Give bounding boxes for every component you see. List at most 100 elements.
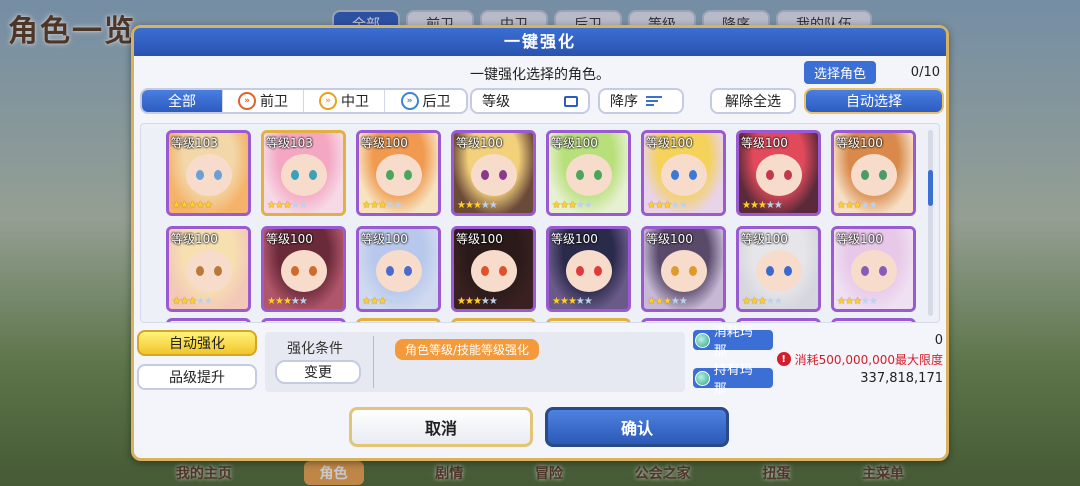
star-icon: ★ — [852, 296, 862, 307]
star-icon: ★ — [647, 296, 656, 307]
star-icon: ★ — [203, 200, 213, 211]
star-icon: ★ — [290, 296, 300, 307]
star-icon: ★ — [765, 200, 775, 211]
character-level: 等级100 — [551, 136, 598, 150]
mana-own-value: 337,818,171 — [860, 370, 943, 386]
mana-consume-row: 消耗玛那 0 — [693, 325, 943, 359]
star-icon: ★ — [670, 200, 680, 211]
character-level: 等级100 — [646, 136, 693, 150]
mana-own-label: 持有玛那 — [713, 363, 753, 397]
enhance-conditions-panel: 强化条件 变更 角色等级/技能等级强化 — [265, 332, 685, 392]
star-icon: ★ — [377, 296, 387, 307]
star-icon: ★ — [742, 296, 751, 307]
character-level: 等级100 — [646, 232, 693, 246]
character-stars: ★★★★★ — [362, 296, 403, 307]
character-stars: ★★★★★ — [457, 200, 498, 211]
star-icon: ★ — [457, 296, 466, 307]
star-icon: ★ — [472, 296, 482, 307]
star-icon: ★ — [267, 200, 276, 211]
star-icon: ★ — [567, 200, 577, 211]
star-icon: ★ — [757, 296, 767, 307]
star-icon: ★ — [662, 296, 672, 307]
character-stars: ★★★★★ — [457, 296, 498, 307]
star-icon: ★ — [742, 200, 751, 211]
star-icon: ★ — [187, 200, 197, 211]
star-icon: ★ — [860, 296, 870, 307]
star-icon: ★ — [362, 200, 371, 211]
star-icon: ★ — [480, 296, 490, 307]
star-icon: ★ — [852, 200, 862, 211]
confirm-button[interactable]: 确认 — [545, 407, 729, 447]
star-icon: ★ — [678, 200, 688, 211]
star-icon: ★ — [472, 200, 482, 211]
star-icon: ★ — [552, 296, 561, 307]
cancel-button[interactable]: 取消 — [349, 407, 533, 447]
character-level: 等级100 — [361, 136, 408, 150]
character-stars: ★★★★★ — [837, 296, 878, 307]
star-icon: ★ — [464, 200, 474, 211]
star-icon: ★ — [844, 200, 854, 211]
change-conditions-label: 变更 — [304, 365, 332, 381]
mana-consume-value: 0 — [934, 332, 943, 348]
star-icon: ★ — [393, 200, 403, 211]
character-level: 等级100 — [551, 232, 598, 246]
condition-tag: 角色等级/技能等级强化 — [395, 339, 540, 360]
star-icon: ★ — [670, 296, 680, 307]
character-stars: ★★★★★ — [267, 296, 308, 307]
star-icon: ★ — [844, 296, 854, 307]
character-level: 等级100 — [741, 136, 788, 150]
star-icon: ★ — [282, 200, 292, 211]
star-icon: ★ — [480, 200, 490, 211]
character-stars: ★★★★★ — [647, 296, 688, 307]
mana-own-row: 持有玛那 337,818,171 — [693, 363, 943, 397]
star-icon: ★ — [195, 200, 205, 211]
mana-coin-icon — [695, 370, 710, 386]
star-icon: ★ — [559, 200, 569, 211]
character-stars: ★★★★★ — [742, 200, 783, 211]
star-icon: ★ — [274, 296, 284, 307]
star-icon: ★ — [583, 200, 593, 211]
star-icon: ★ — [575, 200, 585, 211]
character-level: 等级100 — [456, 232, 503, 246]
character-level: 等级100 — [456, 136, 503, 150]
grade-up-button[interactable]: 品级提升 — [137, 364, 257, 390]
star-icon: ★ — [647, 200, 656, 211]
star-icon: ★ — [837, 296, 846, 307]
star-icon: ★ — [575, 296, 585, 307]
star-icon: ★ — [860, 200, 870, 211]
character-level: 等级100 — [741, 232, 788, 246]
character-level: 等级100 — [836, 136, 883, 150]
character-stars: ★★★★★ — [172, 200, 213, 211]
star-icon: ★ — [195, 296, 205, 307]
star-icon: ★ — [282, 296, 292, 307]
star-icon: ★ — [654, 200, 664, 211]
star-icon: ★ — [757, 200, 767, 211]
conditions-divider — [373, 336, 374, 388]
star-icon: ★ — [179, 200, 189, 211]
star-icon: ★ — [369, 200, 379, 211]
star-icon: ★ — [172, 200, 181, 211]
star-icon: ★ — [172, 296, 181, 307]
star-icon: ★ — [868, 296, 878, 307]
star-icon: ★ — [552, 200, 561, 211]
character-stars: ★★★★★ — [837, 200, 878, 211]
star-icon: ★ — [773, 200, 783, 211]
auto-enhance-button[interactable]: 自动强化 — [137, 330, 257, 356]
change-conditions-button[interactable]: 变更 — [275, 360, 361, 384]
star-icon: ★ — [749, 200, 759, 211]
mana-own-label-box: 持有玛那 — [693, 363, 773, 397]
star-icon: ★ — [274, 200, 284, 211]
star-icon: ★ — [203, 296, 213, 307]
auto-enhance-label: 自动强化 — [169, 336, 225, 352]
star-icon: ★ — [362, 296, 371, 307]
mana-warning-text: 消耗500,000,000最大限度 — [794, 352, 943, 367]
mana-consume-label-box: 消耗玛那 — [693, 325, 773, 359]
star-icon: ★ — [267, 296, 276, 307]
star-icon: ★ — [385, 200, 395, 211]
character-stars: ★★★★★ — [267, 200, 308, 211]
warning-icon: ! — [776, 352, 791, 366]
star-icon: ★ — [179, 296, 189, 307]
star-icon: ★ — [567, 296, 577, 307]
confirm-label: 确认 — [620, 419, 653, 438]
star-icon: ★ — [837, 200, 846, 211]
